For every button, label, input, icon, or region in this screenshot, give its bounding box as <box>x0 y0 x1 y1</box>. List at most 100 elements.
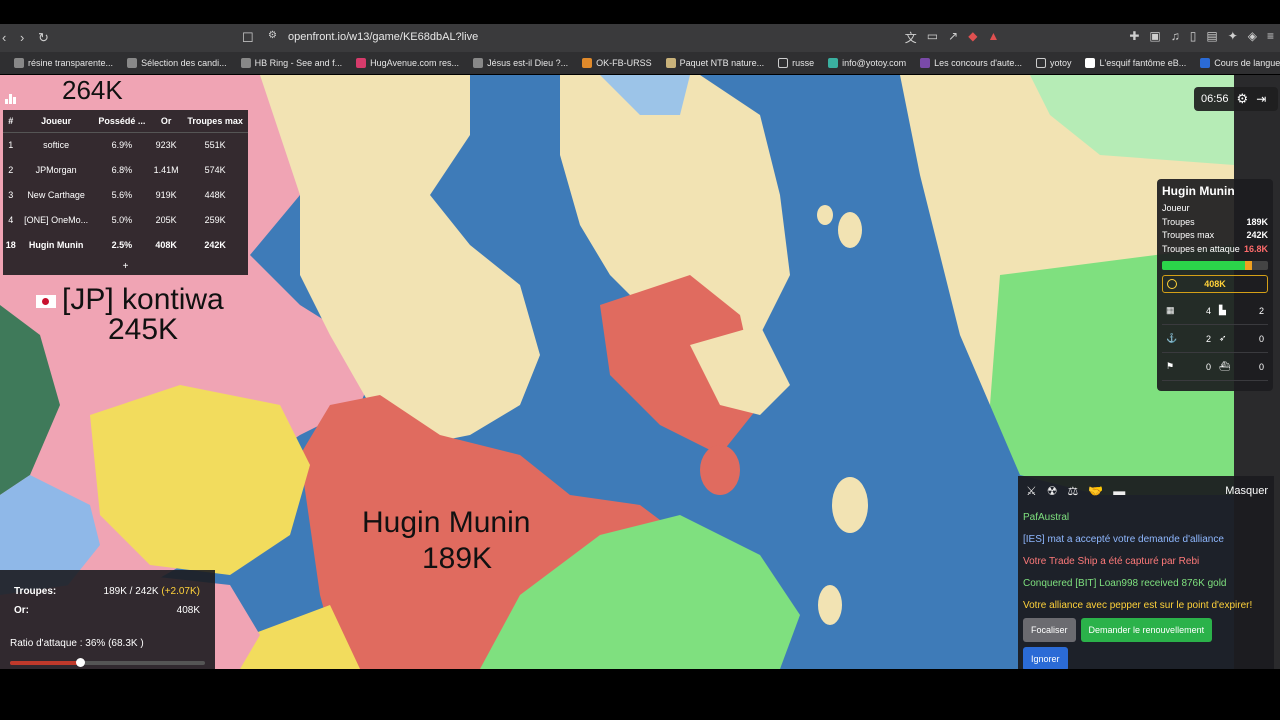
forward-icon[interactable]: › <box>20 30 24 45</box>
exit-icon[interactable]: ⇥ <box>1256 92 1266 106</box>
tabs-icon[interactable]: ▣ <box>1149 29 1160 46</box>
rank: 1 <box>8 140 14 151</box>
col-troops[interactable]: Troupes max <box>182 110 248 133</box>
translate-icon[interactable]: 文 <box>905 29 917 46</box>
vpn-icon[interactable]: ◈ <box>1248 29 1257 46</box>
map-label-hugin-troops: 189K <box>422 542 493 575</box>
menu-icon[interactable]: ≡ <box>1267 29 1274 46</box>
attack-troops-row: Troupes en attaque 16.8K <box>1162 243 1268 254</box>
table-row-self[interactable]: 18 Hugin Munin 2.5% 408K 242K <box>3 233 248 258</box>
gold: 923K <box>155 140 177 151</box>
attack-ratio-slider[interactable] <box>10 658 205 667</box>
japan-flag-icon <box>36 294 56 308</box>
troops: 574K <box>204 165 226 175</box>
attack-filter-icon[interactable]: ⚔ <box>1026 484 1037 498</box>
table-row[interactable]: 2 JPMorgan 6.8% 1.41M 574K <box>3 158 248 183</box>
chat-filter-icon[interactable]: ▬ <box>1113 484 1125 498</box>
game-timer: 06:56 <box>1201 93 1229 105</box>
share-icon[interactable]: ↗ <box>948 29 958 46</box>
event-message: PafAustral <box>1023 512 1070 523</box>
gold-summary: Or: 408K <box>14 605 200 616</box>
alliance-filter-icon[interactable]: 🤝 <box>1088 484 1103 498</box>
bookmark-folder[interactable]: yotoy <box>1035 58 1071 68</box>
owned: 2.5% <box>111 240 133 250</box>
troops: 551K <box>204 140 226 151</box>
table-row[interactable]: 4 [ONE] OneMo... 5.0% 205K 259K <box>3 208 248 233</box>
leaderboard-expand-button[interactable]: + <box>3 258 248 275</box>
bookmark-folder[interactable]: russe <box>778 58 814 68</box>
sams-stat: ⚑ 0 <box>1162 353 1215 381</box>
renew-alliance-button[interactable]: Demander le renouvellement <box>1080 618 1213 642</box>
gold-display: 408K <box>1162 275 1268 293</box>
col-gold[interactable]: Or <box>150 110 183 133</box>
bookmark-item[interactable]: Les concours d'aute... <box>920 58 1022 68</box>
missiles-stat: ➶ 0 <box>1215 325 1268 353</box>
event-messages: PafAustral [IES] mat a accepté votre dem… <box>1018 506 1274 675</box>
settings-gear-icon[interactable]: ⚙ <box>1237 91 1249 107</box>
owned: 6.8% <box>111 165 133 175</box>
bookmark-item[interactable]: L'esquif fantôme eB... <box>1085 58 1186 68</box>
map-label-hugin[interactable]: Hugin Munin <box>362 508 530 538</box>
troops-control-panel: Troupes: 189K / 242K (+2.07K) Or: 408K R… <box>0 570 215 669</box>
address-bar[interactable]: openfront.io/w13/game/KE68dbAL?live <box>288 31 478 43</box>
event-message: Votre alliance avec pepper est sur le po… <box>1023 600 1253 611</box>
col-owned[interactable]: Possédé ... <box>93 110 151 133</box>
site-info-icon[interactable]: ⚙ <box>268 30 277 41</box>
troops-row: Troupes 189K <box>1162 216 1268 227</box>
ports-stat: ⚓ 2 <box>1162 325 1215 353</box>
sam-icon: ⚑ <box>1166 361 1175 371</box>
attack-ratio-label: Ratio d'attaque : 36% (68.3K ) <box>10 638 144 649</box>
bookmark-item[interactable]: résine transparente... <box>14 58 113 68</box>
nuke-filter-icon[interactable]: ☢ <box>1047 484 1058 498</box>
owned: 6.9% <box>111 140 133 151</box>
bookmark-item[interactable]: Cours de langues e... <box>1200 58 1280 68</box>
music-icon[interactable]: ♫ <box>1171 29 1180 46</box>
owned: 5.0% <box>111 215 133 225</box>
bookmark-item[interactable]: HB Ring - See and f... <box>240 58 342 68</box>
event-message: Conquered [BIT] Loan998 received 876K go… <box>1023 578 1227 589</box>
bookmark-item[interactable]: OK-FB-URSS <box>582 58 652 68</box>
player-type-row: Joueur <box>1162 203 1190 213</box>
slider-fill <box>10 661 81 665</box>
troops-gain: (+2.07K) <box>161 586 200 597</box>
warning-icon[interactable]: ▲ <box>987 29 999 46</box>
back-icon[interactable]: ‹ <box>2 30 6 45</box>
owned: 5.6% <box>111 190 133 200</box>
player: JPMorgan <box>35 165 77 175</box>
bookmark-item[interactable]: info@yotoy.com <box>828 58 906 68</box>
extensions-icon[interactable]: ✚ <box>1129 29 1139 46</box>
city-icon: ▦ <box>1166 305 1175 315</box>
table-row[interactable]: 3 New Carthage 5.6% 919K 448K <box>3 183 248 208</box>
wallet-icon[interactable]: ▤ <box>1206 29 1217 46</box>
focus-button[interactable]: Focaliser <box>1023 618 1076 642</box>
bookmark-item[interactable]: Paquet NTB nature... <box>665 58 764 68</box>
rank: 4 <box>8 215 14 225</box>
slider-handle[interactable] <box>76 658 86 667</box>
events-panel: ⚔ ☢ ⚖ 🤝 ▬ Masquer PafAustral [IES] mat a… <box>1018 476 1274 671</box>
screen-icon[interactable]: ▭ <box>927 29 938 46</box>
leaderboard-header: # Joueur Possédé ... Or Troupes max <box>3 110 248 133</box>
sidebar-icon[interactable]: ▯ <box>1190 29 1197 46</box>
ignore-button[interactable]: Ignorer <box>1023 647 1068 671</box>
bookmark-item[interactable]: Sélection des candi... <box>127 58 227 68</box>
rank: 18 <box>5 240 16 250</box>
reload-icon[interactable]: ↻ <box>38 30 49 46</box>
bookmark-icon[interactable]: ☐ <box>242 30 254 46</box>
gold: 919K <box>155 190 177 200</box>
trade-filter-icon[interactable]: ⚖ <box>1068 484 1079 498</box>
hide-button[interactable]: Masquer <box>1225 485 1268 497</box>
bookmark-item[interactable]: HugAvenue.com res... <box>356 58 459 68</box>
shield-icon[interactable]: ◆ <box>968 29 977 46</box>
gold: 1.41M <box>153 165 179 175</box>
star-icon[interactable]: ✦ <box>1228 29 1238 46</box>
col-player[interactable]: Joueur <box>18 110 94 133</box>
leaderboard-toggle-icon[interactable] <box>5 93 16 104</box>
player-info-panel: Hugin Munin Joueur Troupes 189K Troupes m… <box>1157 179 1273 391</box>
col-rank[interactable]: # <box>3 110 19 133</box>
player: Hugin Munin <box>28 240 84 250</box>
troops: 242K <box>204 240 226 250</box>
table-row[interactable]: 1 softice 6.9% 923K 551K <box>3 133 248 158</box>
map-label-kontiwa[interactable]: [JP] kontiwa <box>36 285 224 315</box>
bookmark-item[interactable]: Jésus est-il Dieu ?... <box>473 58 568 68</box>
